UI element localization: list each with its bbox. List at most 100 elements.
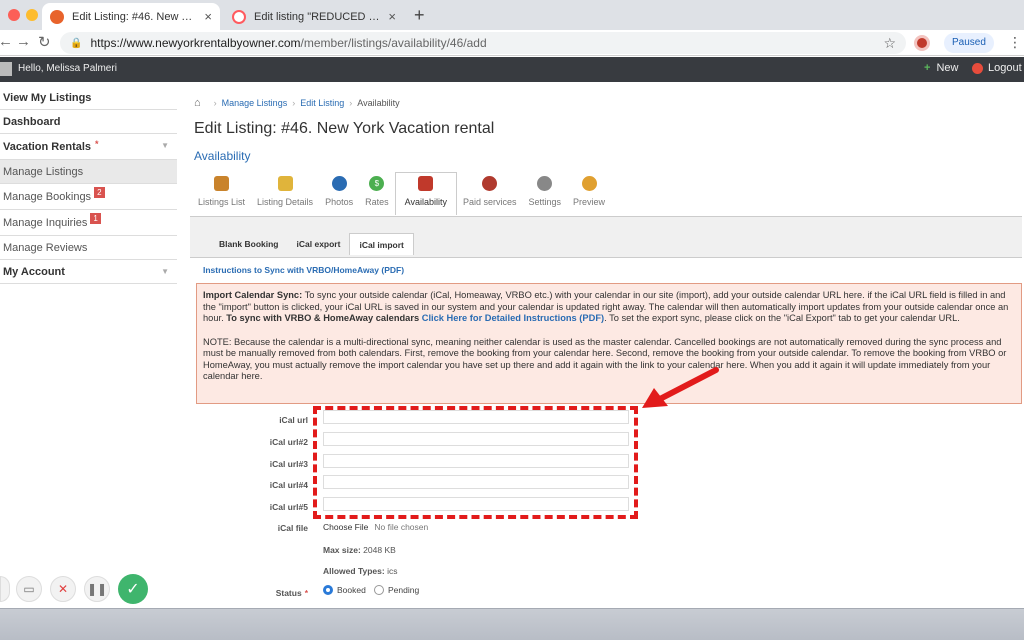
- logout-button[interactable]: Logout: [972, 62, 1022, 74]
- tab-settings[interactable]: Settings: [523, 172, 568, 215]
- ical-url-4-label: iCal url#4: [269, 480, 308, 490]
- status-pending-radio[interactable]: Pending: [374, 585, 419, 595]
- os-dock: [0, 608, 1024, 640]
- sidebar-item-view-my-listings[interactable]: View My Listings: [0, 86, 177, 110]
- sync-subtabs: Blank Booking iCal export iCal import: [210, 233, 414, 255]
- browser-tab-edit-listing[interactable]: Edit Listing: #46. New York Va ×: [42, 3, 220, 30]
- subtab-ical-export[interactable]: iCal export: [288, 233, 350, 255]
- chevron-down-icon: ▼: [161, 141, 169, 150]
- medal-icon: [482, 176, 498, 191]
- tab-rates[interactable]: $ Rates: [359, 172, 395, 215]
- tab-label: Listing Details: [257, 197, 314, 207]
- new-button[interactable]: + New: [924, 62, 958, 74]
- tab-listings-list[interactable]: Listings List: [192, 172, 251, 215]
- close-tab-icon[interactable]: ×: [204, 9, 212, 24]
- sidebar-item-label: Vacation Rentals: [3, 140, 92, 153]
- browser-menu-icon[interactable]: ⋮: [1008, 34, 1022, 51]
- pencil-icon: [277, 176, 293, 191]
- calendar-icon: [418, 176, 434, 191]
- subtab-blank-booking[interactable]: Blank Booking: [210, 233, 288, 255]
- max-size-label: Max size:: [323, 545, 361, 555]
- profile-status-button[interactable]: Paused: [944, 33, 994, 53]
- no-file-text: No file chosen: [374, 522, 429, 532]
- forward-arrow-icon[interactable]: →: [16, 33, 31, 50]
- detailed-instructions-link[interactable]: Click Here for Detailed Instructions (PD…: [422, 313, 604, 323]
- notice-text-tail: . To set the export sync, please click o…: [604, 313, 960, 323]
- sidebar-item-vacation-rentals[interactable]: Vacation Rentals * ▼: [0, 134, 177, 160]
- logout-icon: [972, 62, 983, 74]
- cancel-recording-icon[interactable]: ✕: [50, 576, 76, 602]
- annotation-dashed-box: [313, 406, 638, 519]
- bookmark-star-icon[interactable]: ☆: [883, 35, 896, 52]
- site-top-bar: Hello, Melissa Palmeri + New Logout: [0, 57, 1024, 82]
- home-icon[interactable]: ⌂: [194, 97, 201, 109]
- notice-heading: Import Calendar Sync:: [203, 290, 303, 300]
- status-booked-radio[interactable]: Booked: [323, 585, 366, 595]
- choose-file-label: Choose File: [323, 522, 369, 532]
- max-size-value: 2048 KB: [363, 545, 396, 555]
- back-arrow-icon[interactable]: ←: [0, 33, 13, 50]
- ical-url-5-label: iCal url#5: [269, 502, 308, 512]
- tab-listing-details[interactable]: Listing Details: [251, 172, 319, 215]
- pause-icon[interactable]: ❚❚: [84, 576, 110, 602]
- tab-paid-services[interactable]: Paid services: [457, 172, 523, 215]
- sidebar-item-label: View My Listings: [3, 91, 92, 104]
- sidebar-item-manage-bookings[interactable]: Manage Bookings 2: [0, 184, 177, 210]
- browser-toolbar: ← → ↻ 🔒 https://www.newyorkrentalbyowner…: [0, 30, 1024, 56]
- count-badge: 2: [94, 187, 105, 198]
- airbnb-icon: [232, 9, 246, 24]
- sidebar-item-manage-reviews[interactable]: Manage Reviews: [0, 236, 177, 260]
- tab-title: Edit listing "REDUCED 5/11 - 5/: [254, 10, 382, 23]
- finish-recording-check-icon[interactable]: ✓: [118, 574, 148, 604]
- plus-icon: +: [924, 62, 931, 74]
- browser-tab-airbnb[interactable]: Edit listing "REDUCED 5/11 - 5/ ×: [224, 3, 404, 30]
- import-sync-notice: Import Calendar Sync: To sync your outsi…: [196, 283, 1022, 404]
- sidebar-item-manage-listings[interactable]: Manage Listings: [0, 160, 177, 184]
- sidebar-item-label: Dashboard: [3, 115, 61, 128]
- sidebar-item-manage-inquiries[interactable]: Manage Inquiries 1: [0, 210, 177, 236]
- avatar: [0, 62, 12, 76]
- recorder-handle[interactable]: [0, 576, 10, 602]
- site-pin-icon: [50, 9, 64, 24]
- sidebar-item-label: Manage Listings: [3, 165, 84, 178]
- minimize-window-button[interactable]: [26, 9, 38, 21]
- radio-unselected-icon: [374, 585, 384, 595]
- sidebar-item-dashboard[interactable]: Dashboard: [0, 110, 177, 134]
- status-label-text: Status: [275, 588, 302, 598]
- tab-preview[interactable]: Preview: [567, 172, 611, 215]
- new-tab-button[interactable]: +: [414, 5, 425, 26]
- required-mark: *: [304, 588, 308, 598]
- close-window-button[interactable]: [8, 9, 20, 21]
- instructions-pdf-link[interactable]: Instructions to Sync with VRBO/HomeAway …: [203, 265, 404, 275]
- main-content: ⌂ › Manage Listings › Edit Listing › Ava…: [186, 86, 1024, 617]
- breadcrumb-manage-listings[interactable]: Manage Listings: [222, 98, 288, 108]
- tab-label: Settings: [528, 197, 562, 207]
- close-tab-icon[interactable]: ×: [388, 9, 396, 24]
- chevron-down-icon: ▼: [161, 267, 169, 276]
- breadcrumb: ⌂ › Manage Listings › Edit Listing › Ava…: [194, 97, 400, 109]
- clipboard-icon: [214, 176, 230, 191]
- reload-icon[interactable]: ↻: [38, 33, 51, 51]
- breadcrumb-separator: ›: [292, 98, 296, 108]
- breadcrumb-separator: ›: [213, 98, 217, 108]
- max-size-info: Max size: 2048 KB: [323, 545, 396, 555]
- extension-icon[interactable]: [914, 35, 930, 51]
- sidebar-item-my-account[interactable]: My Account ▼: [0, 260, 177, 284]
- tab-label: Listings List: [198, 197, 246, 207]
- breadcrumb-edit-listing[interactable]: Edit Listing: [300, 98, 344, 108]
- breadcrumb-availability: Availability: [357, 98, 400, 108]
- subtab-ical-import[interactable]: iCal import: [349, 233, 414, 255]
- choose-file-button[interactable]: Choose File No file chosen: [323, 522, 428, 532]
- tab-availability[interactable]: Availability: [394, 172, 457, 215]
- annotation-arrow-icon: [642, 367, 719, 408]
- radio-selected-icon: [323, 585, 333, 595]
- tab-title: Edit Listing: #46. New York Va: [72, 10, 198, 23]
- tab-photos[interactable]: Photos: [319, 172, 359, 215]
- address-bar[interactable]: 🔒 https://www.newyorkrentalbyowner.com/m…: [60, 32, 906, 54]
- browser-tab-bar: Edit Listing: #46. New York Va × Edit li…: [0, 0, 1024, 30]
- ical-url-3-label: iCal url#3: [269, 459, 308, 469]
- camera-toggle-icon[interactable]: ▭: [16, 576, 42, 602]
- sidebar-item-label: Manage Bookings: [3, 190, 92, 203]
- logout-label: Logout: [988, 62, 1022, 74]
- listing-tabs: Listings List Listing Details Photos $ Ra…: [192, 172, 611, 215]
